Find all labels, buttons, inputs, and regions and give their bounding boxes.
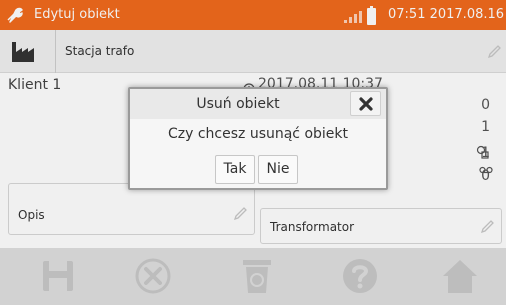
- no-button[interactable]: Nie: [258, 155, 298, 184]
- dialog-message: Czy chcesz usunąć obiekt: [167, 126, 349, 142]
- close-icon: [359, 97, 373, 111]
- dialog-title: Usuń obiekt: [196, 96, 280, 112]
- yes-button[interactable]: Tak: [215, 155, 255, 184]
- close-button[interactable]: [350, 91, 381, 116]
- delete-object-dialog: Usuń obiekt Czy chcesz usunąć obiekt Tak…: [128, 87, 388, 190]
- dialog-header: Usuń obiekt: [130, 89, 386, 119]
